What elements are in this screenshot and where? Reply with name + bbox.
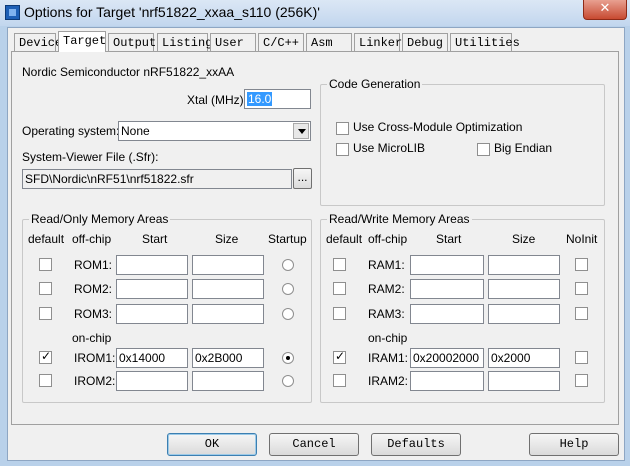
rom-row-4-default-checkbox[interactable]	[39, 349, 52, 364]
rom-row-3-default-checkbox[interactable]	[39, 307, 52, 320]
tab-c-cpp[interactable]: C/C++	[258, 33, 304, 51]
ram-row-5-name: IRAM2:	[368, 374, 409, 388]
rom-row-2-name: ROM2:	[74, 282, 113, 296]
ram-row-4-name: IRAM1:	[368, 351, 409, 365]
tab-debug[interactable]: Debug	[402, 33, 448, 51]
ram-row-1-default-checkbox[interactable]	[333, 258, 346, 271]
ram-row-3-noinit-checkbox[interactable]	[575, 307, 588, 320]
rom-header-offchip: off-chip	[72, 232, 112, 246]
ram-row-3-name: RAM3:	[368, 307, 405, 321]
tab-listing[interactable]: Listing	[157, 33, 212, 51]
rom-areas-title: Read/Only Memory Areas	[29, 212, 171, 226]
os-select-value: None	[121, 124, 150, 138]
ram-row-3-default-checkbox[interactable]	[333, 307, 346, 320]
rom-header-size: Size	[215, 232, 239, 246]
rom-row-1-start-input[interactable]	[116, 255, 188, 275]
device-name: Nordic Semiconductor nRF51822_xxAA	[22, 65, 235, 79]
ram-row-2-size-input[interactable]	[488, 279, 560, 299]
rom-row-5-start-input[interactable]	[116, 371, 188, 391]
sfr-label: System-Viewer File (.Sfr):	[22, 150, 159, 164]
rom-row-4-size-input[interactable]: 0x2B000	[192, 348, 264, 368]
rom-row-5-name: IROM2:	[74, 374, 116, 388]
os-select[interactable]: None	[118, 121, 311, 141]
ram-row-4-default-checkbox[interactable]	[333, 349, 346, 364]
ram-header-start: Start	[436, 232, 462, 246]
ram-row-3-size-input[interactable]	[488, 304, 560, 324]
cancel-button[interactable]: Cancel	[269, 433, 359, 456]
title-bar: Options for Target 'nrf51822_xxaa_s110 (…	[0, 0, 630, 26]
microlib-checkbox[interactable]	[336, 143, 349, 156]
tab-asm[interactable]: Asm	[306, 33, 352, 51]
rom-row-1-startup-radio[interactable]	[282, 259, 294, 271]
rom-row-4-start-input[interactable]: 0x14000	[116, 348, 188, 368]
ram-row-4-size-input[interactable]: 0x2000	[488, 348, 560, 368]
cross-module-checkbox[interactable]	[336, 122, 349, 135]
ram-row-5-default-checkbox[interactable]	[333, 374, 346, 387]
microlib-label: Use MicroLIB	[353, 141, 426, 155]
rom-row-2-startup-radio[interactable]	[282, 283, 294, 295]
xtal-label: Xtal (MHz):	[187, 93, 247, 107]
ram-row-2-name: RAM2:	[368, 282, 405, 296]
rom-row-5-startup-radio[interactable]	[282, 375, 294, 387]
rom-row-1-size-input[interactable]	[192, 255, 264, 275]
ram-row-1-start-input[interactable]	[410, 255, 484, 275]
rom-row-2-size-input[interactable]	[192, 279, 264, 299]
tab-linker[interactable]: Linker	[354, 33, 402, 51]
tab-utilities[interactable]: Utilities	[450, 33, 520, 51]
tab-device[interactable]: Device	[14, 33, 62, 51]
rom-row-3-start-input[interactable]	[116, 304, 188, 324]
rom-row-5-default-checkbox[interactable]	[39, 374, 52, 387]
ram-onchip-label: on-chip	[368, 331, 408, 345]
rom-row-1-default-checkbox[interactable]	[39, 258, 52, 271]
sfr-file-field[interactable]: SFD\Nordic\nRF51\nrf51822.sfr	[22, 169, 292, 189]
tab-target[interactable]: Target	[58, 31, 106, 52]
ram-row-1-noinit-checkbox[interactable]	[575, 258, 588, 271]
rom-header-start: Start	[142, 232, 168, 246]
rom-row-4-name: IROM1:	[74, 351, 116, 365]
ram-row-5-size-input[interactable]	[488, 371, 560, 391]
ram-header-noinit: NoInit	[566, 232, 598, 246]
rom-header-default: default	[28, 232, 65, 246]
tab-output[interactable]: Output	[108, 33, 156, 51]
rom-row-1-name: ROM1:	[74, 258, 113, 272]
tab-user[interactable]: User	[210, 33, 256, 51]
ram-header-size: Size	[512, 232, 536, 246]
keil-uvision-icon	[5, 5, 20, 20]
ram-header-offchip: off-chip	[368, 232, 408, 246]
ram-row-2-noinit-checkbox[interactable]	[575, 282, 588, 295]
big-endian-label: Big Endian	[494, 141, 553, 155]
ram-row-4-noinit-checkbox[interactable]	[575, 351, 588, 364]
xtal-input[interactable]: 16.0	[244, 89, 311, 109]
ram-row-3-start-input[interactable]	[410, 304, 484, 324]
ram-areas-title: Read/Write Memory Areas	[327, 212, 472, 226]
ok-button[interactable]: OK	[167, 433, 257, 456]
rom-row-2-default-checkbox[interactable]	[39, 282, 52, 295]
ram-row-2-start-input[interactable]	[410, 279, 484, 299]
defaults-button[interactable]: Defaults	[371, 433, 461, 456]
window-title: Options for Target 'nrf51822_xxaa_s110 (…	[24, 4, 320, 20]
os-label: Operating system:	[22, 124, 120, 138]
rom-row-3-startup-radio[interactable]	[282, 308, 294, 320]
cross-module-label: Use Cross-Module Optimization	[353, 120, 523, 134]
ram-row-5-noinit-checkbox[interactable]	[575, 374, 588, 387]
rom-row-4-startup-radio[interactable]	[282, 352, 294, 364]
rom-onchip-label: on-chip	[72, 331, 112, 345]
ram-row-4-start-input[interactable]: 0x20002000	[410, 348, 484, 368]
ram-row-5-start-input[interactable]	[410, 371, 484, 391]
rom-row-5-size-input[interactable]	[192, 371, 264, 391]
ram-row-2-default-checkbox[interactable]	[333, 282, 346, 295]
chevron-down-icon[interactable]	[293, 123, 309, 139]
code-generation-title: Code Generation	[327, 77, 423, 91]
ram-row-1-size-input[interactable]	[488, 255, 560, 275]
help-button[interactable]: Help	[529, 433, 619, 456]
close-button[interactable]: ✕	[583, 0, 627, 20]
big-endian-checkbox[interactable]	[477, 143, 490, 156]
sfr-browse-button[interactable]: ...	[293, 168, 312, 189]
rom-row-3-size-input[interactable]	[192, 304, 264, 324]
rom-row-3-name: ROM3:	[74, 307, 113, 321]
ram-row-1-name: RAM1:	[368, 258, 405, 272]
ram-header-default: default	[326, 232, 363, 246]
rom-row-2-start-input[interactable]	[116, 279, 188, 299]
rom-header-startup: Startup	[268, 232, 307, 246]
